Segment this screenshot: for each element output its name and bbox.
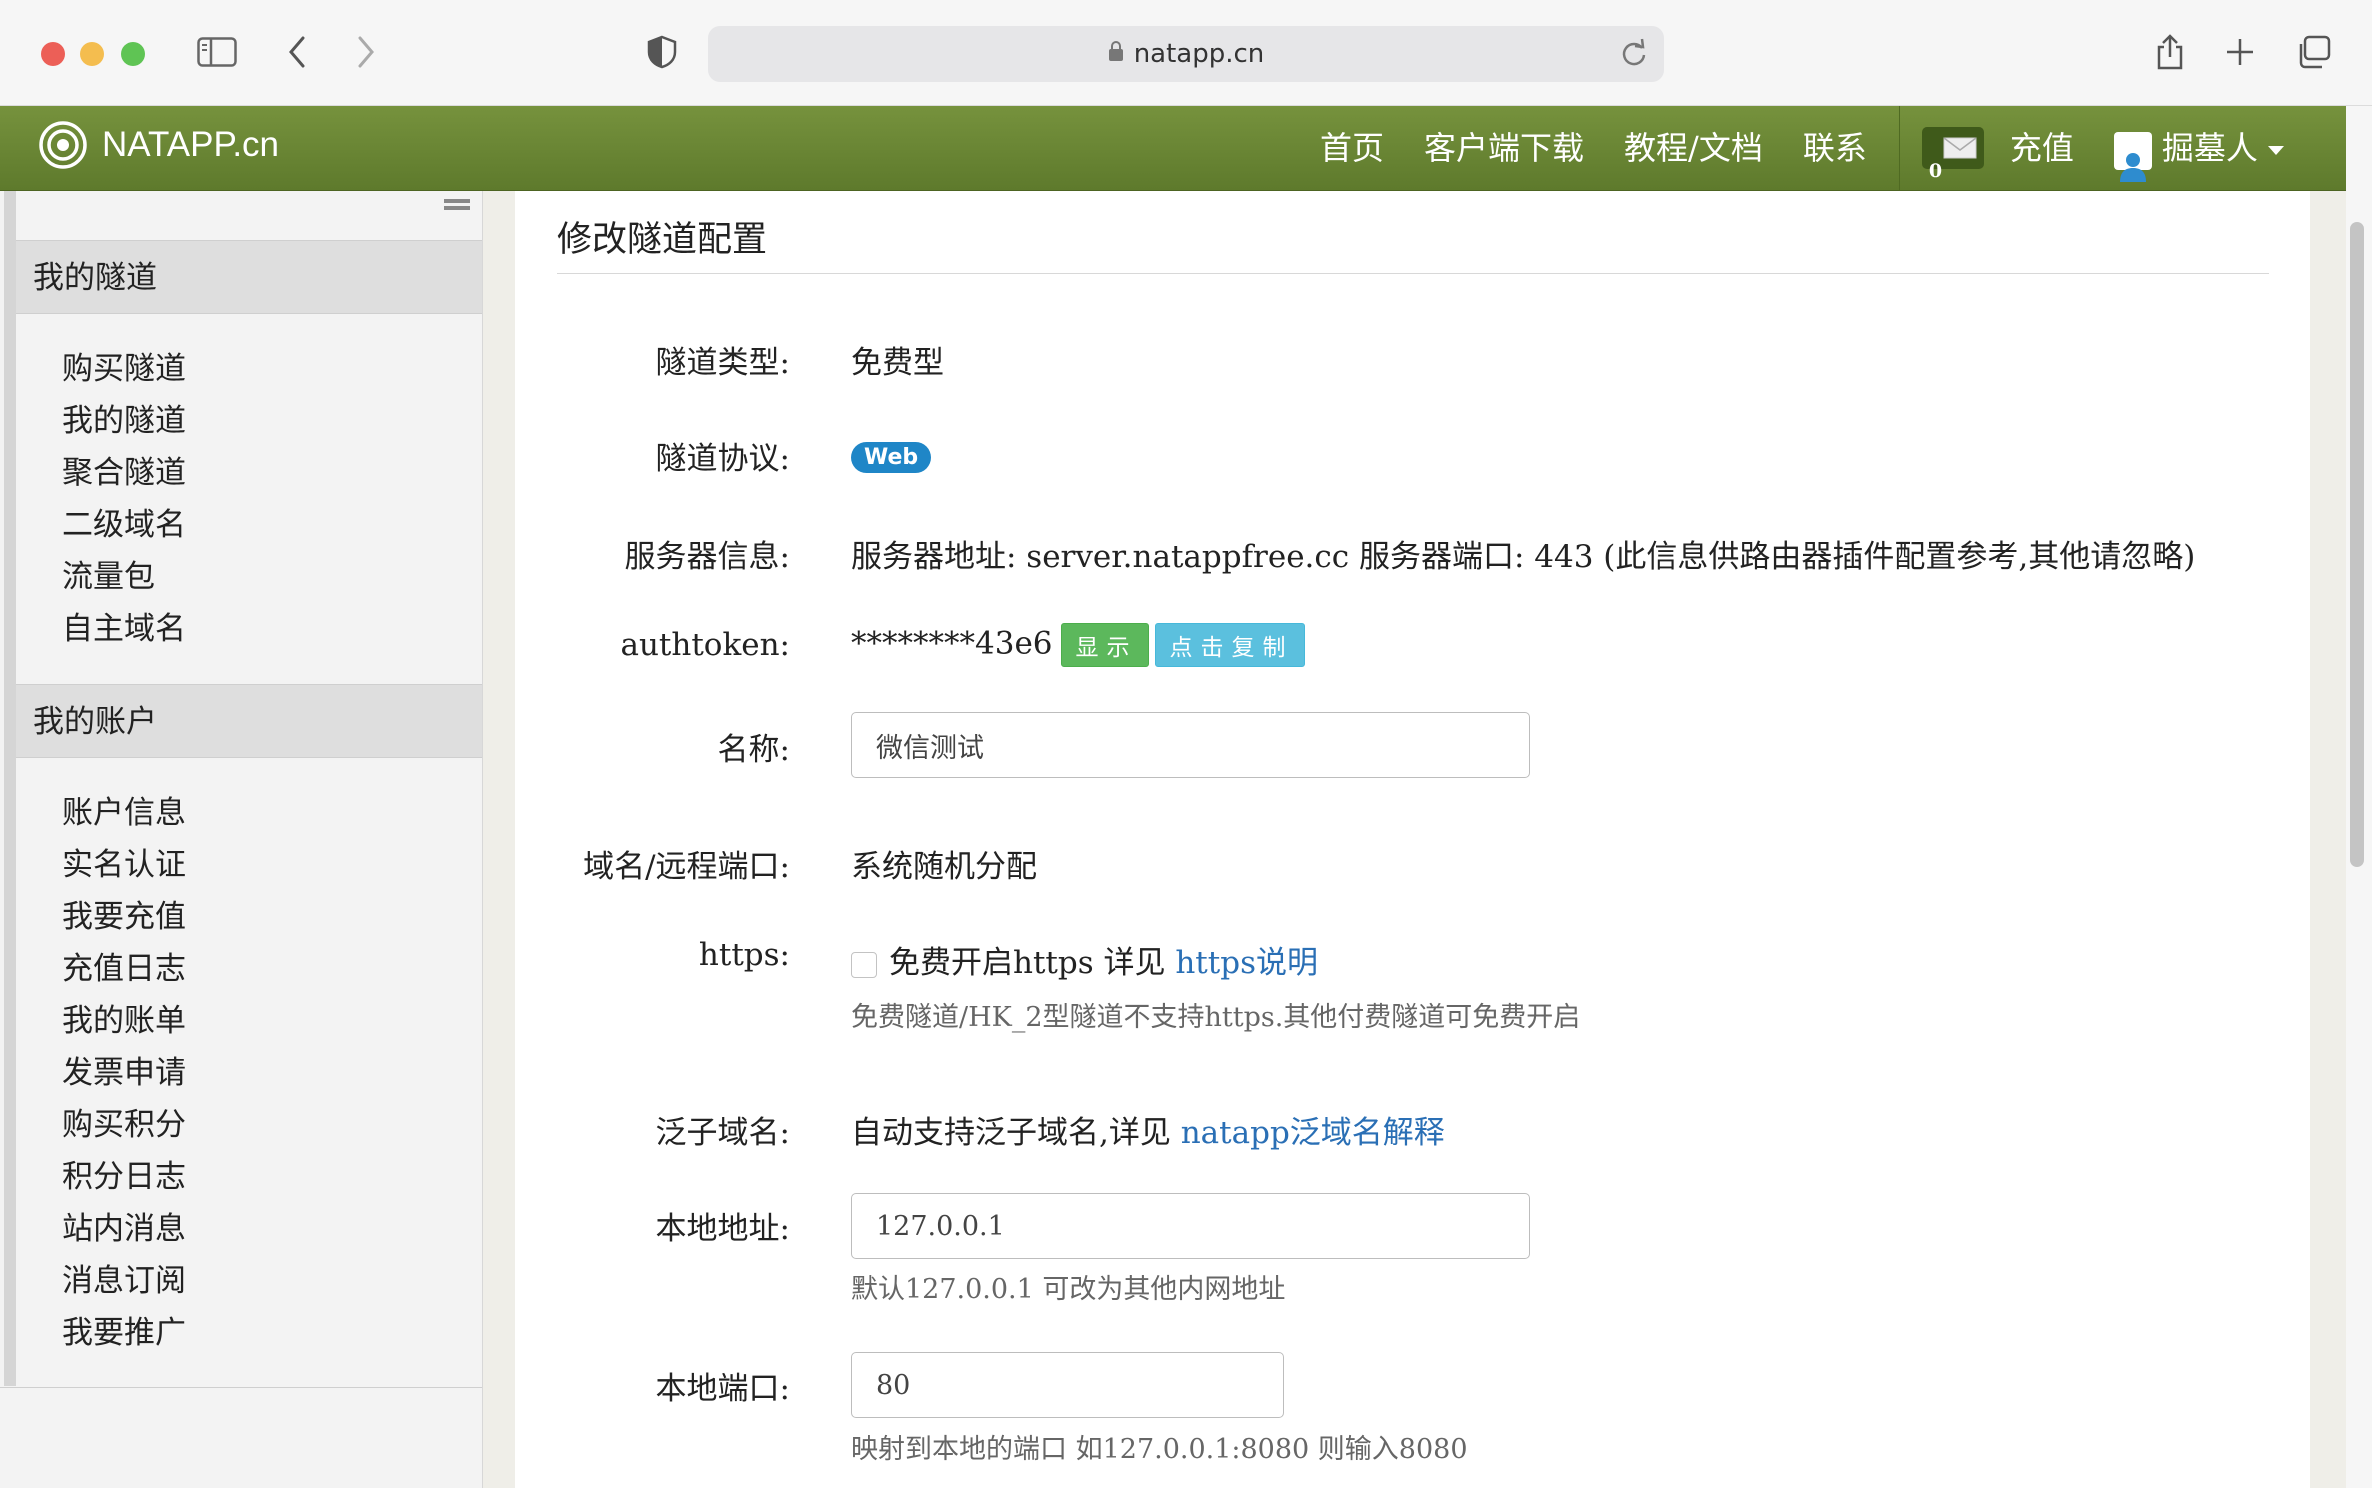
https-checkbox[interactable] (851, 951, 877, 978)
message-badge: 0 (1921, 127, 1984, 182)
zoom-window-button[interactable] (121, 42, 145, 66)
tunnel-type-value: 免费型 (851, 345, 944, 381)
username: 掘墓人 (2161, 129, 2258, 167)
local-address-label: 本地地址: (655, 1211, 790, 1247)
sidebar-item-recharge-log[interactable]: 充值日志 (62, 943, 186, 995)
domain-port-value: 系统随机分配 (851, 849, 1037, 885)
sidebar-item-aggregate-tunnel[interactable]: 聚合隧道 (62, 447, 186, 499)
local-address-help: 默认127.0.0.1 可改为其他内网地址 (851, 1274, 1286, 1305)
sidebar-item-account-info[interactable]: 账户信息 (62, 787, 186, 839)
copy-token-button[interactable]: 点击复制 (1154, 623, 1305, 667)
nav-messages[interactable]: 0 (1900, 106, 2010, 190)
server-info-label: 服务器信息: (624, 539, 790, 575)
main-nav: 首页 客户端下载 教程/文档 联系 0 充值 掘墓人 (1300, 106, 2304, 190)
https-row: 免费开启https 详见 https说明 (851, 937, 1318, 982)
logo-icon (39, 121, 87, 169)
domain-port-label: 域名/远程端口: (583, 849, 790, 885)
sidebar-section-account[interactable]: 我的账户 (16, 684, 482, 758)
back-icon[interactable] (275, 30, 319, 74)
sidebar-toggle-icon[interactable] (195, 30, 239, 74)
address-bar[interactable]: natapp.cn (708, 26, 1664, 82)
tunnel-type-label: 隧道类型: (655, 345, 790, 381)
sidebar-item-buy-tunnel[interactable]: 购买隧道 (62, 343, 186, 395)
user-menu[interactable]: 掘墓人 (2094, 106, 2304, 190)
avatar-icon (2113, 131, 2152, 182)
server-info-value: 服务器地址: server.natappfree.cc 服务器端口: 443 (… (851, 539, 2196, 575)
logo-text: NATAPP.cn (102, 125, 280, 164)
wildcard-label: 泛子域名: (655, 1115, 790, 1151)
tunnel-menu: 购买隧道 我的隧道 聚合隧道 二级域名 流量包 自主域名 (62, 343, 186, 655)
name-label: 名称: (717, 732, 790, 768)
sidebar-divider (0, 1387, 482, 1388)
https-help: 免费隧道/HK_2型隧道不支持https.其他付费隧道可免费开启 (851, 1002, 1581, 1033)
sidebar-item-messages[interactable]: 站内消息 (62, 1203, 186, 1255)
local-port-input[interactable] (851, 1352, 1284, 1418)
tunnel-config-panel: 修改隧道配置 隧道类型: 免费型 隧道协议: Web 服务器信息: 服务器地址:… (515, 191, 2310, 1488)
share-icon[interactable] (2148, 30, 2192, 74)
sidebar-item-invoice[interactable]: 发票申请 (62, 1047, 186, 1099)
forward-icon[interactable] (344, 30, 388, 74)
wildcard-row: 自动支持泛子域名,详见 natapp泛域名解释 (851, 1107, 1445, 1152)
site-logo[interactable]: NATAPP.cn (38, 120, 279, 170)
sidebar-item-my-tunnels[interactable]: 我的隧道 (62, 395, 186, 447)
tab-overview-icon[interactable] (2292, 30, 2336, 74)
url-text: natapp.cn (1133, 39, 1265, 69)
envelope-icon (1943, 137, 1977, 159)
nav-docs[interactable]: 教程/文档 (1604, 106, 1783, 190)
dropdown-caret-icon (2267, 146, 2284, 155)
sidebar-item-subscriptions[interactable]: 消息订阅 (62, 1255, 186, 1307)
nav-home[interactable]: 首页 (1300, 106, 1404, 190)
close-window-button[interactable] (41, 42, 65, 66)
sidebar-item-recharge[interactable]: 我要充值 (62, 891, 186, 943)
sidebar: 我的隧道 购买隧道 我的隧道 聚合隧道 二级域名 流量包 自主域名 我的账户 账… (0, 191, 483, 1488)
minimize-window-button[interactable] (80, 42, 104, 66)
wildcard-text: 自动支持泛子域名,详见 (851, 1115, 1181, 1151)
authtoken-row: ********43e6 显示 点击复制 (851, 623, 1305, 667)
sidebar-collapse-icon[interactable] (444, 199, 470, 219)
name-input[interactable] (851, 712, 1530, 778)
scrollbar-thumb[interactable] (2350, 222, 2364, 867)
account-menu: 账户信息 实名认证 我要充值 充值日志 我的账单 发票申请 购买积分 积分日志 … (62, 787, 186, 1359)
sidebar-section-tunnels[interactable]: 我的隧道 (16, 240, 482, 314)
sidebar-item-traffic-pack[interactable]: 流量包 (62, 551, 186, 603)
sidebar-item-verification[interactable]: 实名认证 (62, 839, 186, 891)
wildcard-doc-link[interactable]: natapp泛域名解释 (1181, 1115, 1445, 1151)
sidebar-item-points-log[interactable]: 积分日志 (62, 1151, 186, 1203)
https-label: https: (698, 937, 790, 973)
sidebar-edge (4, 191, 16, 1386)
nav-recharge[interactable]: 充值 (2010, 106, 2094, 190)
show-token-button[interactable]: 显示 (1060, 623, 1149, 667)
site-header: NATAPP.cn 首页 客户端下载 教程/文档 联系 0 充值 掘墓人 (0, 106, 2346, 191)
new-tab-icon[interactable] (2218, 30, 2262, 74)
authtoken-value: ********43e6 (851, 625, 1053, 662)
sidebar-item-custom-domain[interactable]: 自主域名 (62, 603, 186, 655)
sidebar-item-subdomain[interactable]: 二级域名 (62, 499, 186, 551)
local-port-label: 本地端口: (655, 1371, 790, 1407)
reload-icon[interactable] (1620, 38, 1648, 75)
protocol-label: 隧道协议: (655, 441, 790, 477)
browser-toolbar: natapp.cn (0, 0, 2372, 106)
shield-icon[interactable] (640, 30, 684, 74)
protocol-badge: Web (851, 442, 932, 473)
page-title: 修改隧道配置 (557, 220, 768, 260)
sidebar-item-bills[interactable]: 我的账单 (62, 995, 186, 1047)
lock-icon (1108, 39, 1124, 69)
https-checkbox-text: 免费开启https 详见 (889, 945, 1176, 981)
sidebar-item-promotion[interactable]: 我要推广 (62, 1307, 186, 1359)
protocol-value-wrap: Web (851, 436, 932, 473)
nav-download[interactable]: 客户端下载 (1404, 106, 1604, 190)
local-address-input[interactable] (851, 1193, 1530, 1259)
https-doc-link[interactable]: https说明 (1175, 945, 1318, 981)
nav-contact[interactable]: 联系 (1783, 106, 1887, 190)
title-divider (557, 273, 2269, 274)
authtoken-label: authtoken: (620, 627, 790, 663)
local-port-help: 映射到本地的端口 如127.0.0.1:8080 则输入8080 (851, 1434, 1468, 1465)
sidebar-item-buy-points[interactable]: 购买积分 (62, 1099, 186, 1151)
